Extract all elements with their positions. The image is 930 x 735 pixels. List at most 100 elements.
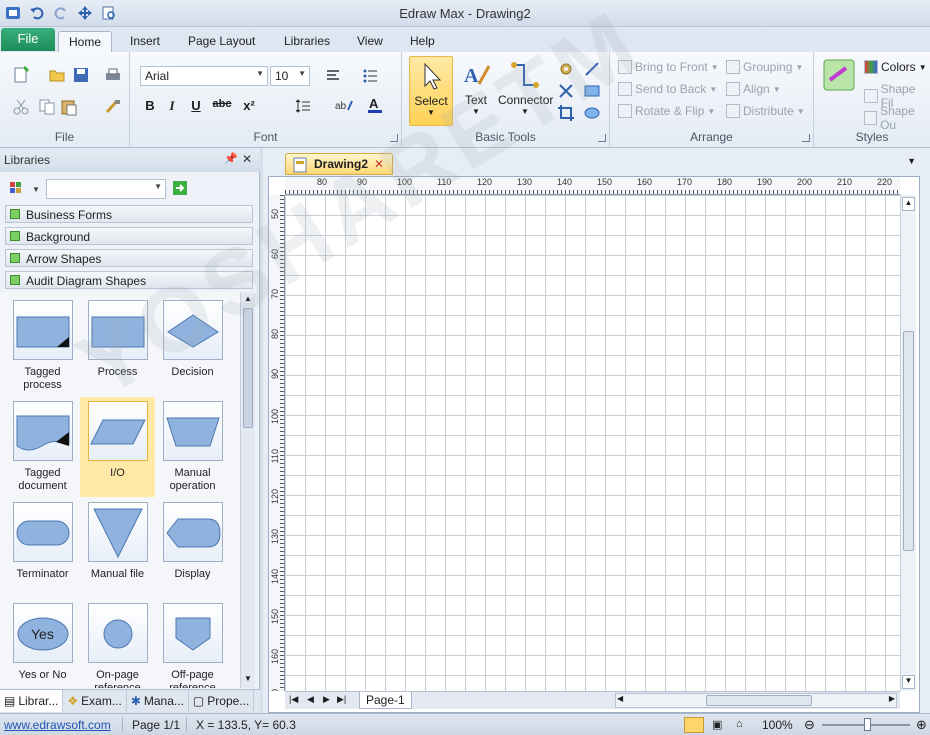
shape-terminator[interactable]: Terminator <box>5 498 80 598</box>
panel-tab-manage[interactable]: ✱ Mana... <box>127 690 189 712</box>
bold-button[interactable]: B <box>142 98 158 113</box>
bullets-icon[interactable] <box>362 68 380 86</box>
shape-outline-button[interactable]: Shape Ou <box>864 104 930 132</box>
tab-file[interactable]: File <box>1 28 55 51</box>
font-family-select[interactable]: Arial ▼ <box>140 66 268 86</box>
crop-icon[interactable] <box>557 104 575 122</box>
first-page-icon[interactable]: |◀ <box>289 694 298 705</box>
shape-manual-file[interactable]: Manual file <box>80 498 155 598</box>
zoom-out-icon[interactable]: ⊖ <box>804 717 815 733</box>
copy-icon[interactable] <box>38 98 56 116</box>
underline-button[interactable]: U <box>188 98 204 113</box>
superscript-button[interactable]: x² <box>238 98 260 113</box>
rotate-flip-button[interactable]: Rotate & Flip ▼ <box>618 104 715 118</box>
format-painter-icon[interactable] <box>104 98 122 116</box>
zoom-in-icon[interactable]: ⊕ <box>916 717 927 733</box>
document-tab[interactable]: Drawing2 ✕ <box>285 153 393 175</box>
open-icon[interactable] <box>48 66 66 84</box>
line-tool-icon[interactable] <box>583 60 601 78</box>
italic-button[interactable]: I <box>164 98 180 114</box>
scroll-right-icon[interactable]: ▶ <box>889 694 895 703</box>
save-icon[interactable] <box>72 66 90 84</box>
tab-help[interactable]: Help <box>400 31 445 52</box>
tab-libraries[interactable]: Libraries <box>274 31 340 52</box>
bring-to-front-button[interactable]: Bring to Front ▼ <box>618 60 719 74</box>
next-page-icon[interactable]: ▶ <box>323 694 330 705</box>
go-arrow-icon[interactable] <box>172 180 190 198</box>
zoom-slider-thumb[interactable] <box>864 718 871 731</box>
scroll-left-icon[interactable]: ◀ <box>617 694 623 703</box>
close-tab-icon[interactable]: ✕ <box>374 157 384 171</box>
prev-page-icon[interactable]: ◀ <box>307 694 314 705</box>
normal-view-icon[interactable] <box>684 717 704 733</box>
shape-on-page-reference[interactable]: On-page reference <box>80 599 155 688</box>
gear-icon[interactable] <box>557 60 575 78</box>
fullscreen-view-icon[interactable]: ▣ <box>712 718 722 731</box>
panel-tab-libraries[interactable]: ▤ Librar... <box>0 690 64 712</box>
canvas-scroll-up-icon[interactable]: ▲ <box>902 197 915 211</box>
library-scroll-thumb[interactable] <box>243 308 253 428</box>
shape-yes-or-no[interactable]: Yes Yes or No <box>5 599 80 688</box>
line-spacing-icon[interactable] <box>294 98 312 116</box>
library-category[interactable]: Business Forms <box>5 205 253 223</box>
pin-icon[interactable]: 📌 <box>224 152 238 165</box>
text-tool-button[interactable]: A Text ▼ <box>454 56 498 126</box>
canvas-scroll-down-icon[interactable]: ▼ <box>902 675 915 689</box>
shape-process[interactable]: Process <box>80 296 155 396</box>
tab-list-dropdown-icon[interactable]: ▼ <box>907 156 916 166</box>
delete-point-icon[interactable] <box>557 82 575 100</box>
library-picker-button[interactable]: ▼ <box>6 178 42 198</box>
rectangle-tool-icon[interactable] <box>583 82 601 100</box>
grouping-button[interactable]: Grouping ▼ <box>726 60 803 74</box>
close-icon[interactable]: ✕ <box>242 152 252 166</box>
font-color-icon[interactable]: A <box>366 96 384 114</box>
page-tab[interactable]: Page-1 <box>359 692 412 709</box>
quick-styles-icon[interactable] <box>822 58 856 92</box>
arrange-dialog-launcher[interactable] <box>802 134 810 142</box>
shape-tagged-process[interactable]: Tagged process <box>5 296 80 396</box>
drawing-canvas[interactable] <box>285 195 900 691</box>
panel-tab-properties[interactable]: ▢ Prope... <box>189 690 255 712</box>
shape-off-page-reference[interactable]: Off-page reference <box>155 599 230 688</box>
strikethrough-button[interactable]: abc <box>210 98 234 110</box>
connector-tool-button[interactable]: Connector ▼ <box>498 56 553 126</box>
scroll-down-icon[interactable]: ▼ <box>242 674 254 686</box>
library-category[interactable]: Audit Diagram Shapes <box>5 271 253 289</box>
shape-display[interactable]: Display <box>155 498 230 598</box>
shape-io[interactable]: I/O <box>80 397 155 497</box>
tab-page-layout[interactable]: Page Layout <box>178 31 265 52</box>
shape-decision[interactable]: Decision <box>155 296 230 396</box>
canvas-scroll-thumb[interactable] <box>903 331 914 551</box>
paste-icon[interactable] <box>60 98 78 116</box>
align-button[interactable]: Align ▼ <box>726 82 781 96</box>
text-align-icon[interactable] <box>325 68 343 86</box>
font-size-select[interactable]: 10 ▼ <box>270 66 310 86</box>
canvas-hscroll-thumb[interactable] <box>706 695 812 706</box>
distribute-button[interactable]: Distribute ▼ <box>726 104 805 118</box>
cut-icon[interactable] <box>12 98 30 116</box>
font-dialog-launcher[interactable] <box>390 134 398 142</box>
web-view-icon[interactable]: ⌂ <box>736 718 743 730</box>
canvas-vertical-scrollbar[interactable]: ▲ ▼ <box>900 195 916 691</box>
shape-manual-operation[interactable]: Manual operation <box>155 397 230 497</box>
send-to-back-button[interactable]: Send to Back ▼ <box>618 82 717 96</box>
library-category[interactable]: Arrow Shapes <box>5 249 253 267</box>
print-icon[interactable] <box>104 66 122 84</box>
panel-tab-examples[interactable]: ❖ Exam... <box>63 690 127 712</box>
tab-view[interactable]: View <box>347 31 393 52</box>
library-scrollbar[interactable]: ▲ ▼ <box>240 292 255 688</box>
website-link[interactable]: www.edrawsoft.com <box>4 718 111 732</box>
tab-insert[interactable]: Insert <box>120 31 170 52</box>
canvas-horizontal-scrollbar[interactable]: ◀ ▶ <box>615 693 897 708</box>
tab-home[interactable]: Home <box>58 31 113 52</box>
basic-tools-dialog-launcher[interactable] <box>598 134 606 142</box>
colors-button[interactable]: Colors ▼ <box>864 60 927 74</box>
scroll-up-icon[interactable]: ▲ <box>242 294 254 306</box>
select-tool-button[interactable]: Select ▼ <box>409 56 453 126</box>
text-highlight-icon[interactable]: ab <box>334 98 353 116</box>
new-icon[interactable] <box>12 65 30 84</box>
shape-tagged-document[interactable]: Tagged document <box>5 397 80 497</box>
library-category[interactable]: Background <box>5 227 253 245</box>
library-search-input[interactable]: ▼ <box>46 179 166 199</box>
last-page-icon[interactable]: ▶| <box>337 694 346 705</box>
